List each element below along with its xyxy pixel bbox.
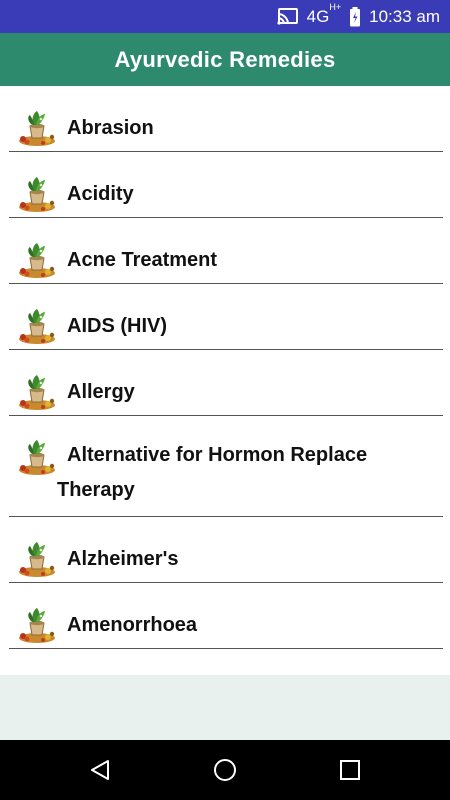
herbs-mortar-icon — [17, 174, 57, 214]
navigation-bar — [0, 740, 450, 800]
network-subtype: H+ — [329, 1, 342, 12]
remedy-label: AIDS (HIV) — [67, 315, 167, 337]
remedy-item-abrasion[interactable]: Abrasion — [9, 86, 443, 152]
herbs-mortar-icon — [17, 240, 57, 280]
remedy-item-hormone-replacement[interactable]: Alternative for Hormon Replace Therapy — [9, 416, 443, 517]
network-indicator: 4GH+ — [306, 2, 341, 27]
remedy-label: Acidity — [67, 183, 134, 205]
recents-square-icon — [340, 760, 360, 780]
back-button[interactable] — [88, 758, 112, 782]
app-bar: Ayurvedic Remedies — [0, 33, 450, 86]
remedy-label: Abrasion — [67, 117, 154, 139]
remedy-item-amenorrhoea[interactable]: Amenorrhoea — [9, 583, 443, 649]
status-indicators: 4GH+ 10:33 am — [277, 0, 440, 33]
herbs-mortar-icon — [17, 372, 57, 412]
list-footer-area — [0, 675, 450, 740]
home-circle-icon — [214, 759, 236, 781]
cast-icon — [277, 7, 299, 26]
remedy-label: Allergy — [67, 381, 135, 403]
remedy-item-acidity[interactable]: Acidity — [9, 152, 443, 218]
remedy-item-aids-hiv[interactable]: AIDS (HIV) — [9, 284, 443, 350]
back-triangle-icon — [91, 760, 109, 780]
network-type: 4G — [306, 6, 330, 26]
app-title: Ayurvedic Remedies — [114, 46, 336, 72]
battery-charging-icon — [349, 6, 361, 27]
herbs-mortar-icon — [17, 306, 57, 346]
remedy-label: Alzheimer's — [67, 548, 179, 570]
remedy-item-alzheimers[interactable]: Alzheimer's — [9, 517, 443, 583]
remedy-list: Abrasion Acidity Acne Treatment AIDS (HI… — [0, 86, 450, 649]
remedy-label: Amenorrhoea — [67, 614, 198, 636]
remedy-label: Alternative for Hormon Replace Therapy — [57, 444, 368, 501]
home-button[interactable] — [213, 758, 237, 782]
herbs-mortar-icon — [17, 108, 57, 148]
status-bar: 4GH+ 10:33 am — [0, 0, 450, 33]
remedy-item-allergy[interactable]: Allergy — [9, 350, 443, 416]
herbs-mortar-icon — [17, 605, 57, 645]
clock: 10:33 am — [369, 6, 440, 26]
herbs-mortar-icon — [17, 437, 57, 477]
remedy-item-acne-treatment[interactable]: Acne Treatment — [9, 218, 443, 284]
recents-button[interactable] — [338, 758, 362, 782]
remedy-label: Acne Treatment — [67, 249, 218, 271]
herbs-mortar-icon — [17, 539, 57, 579]
